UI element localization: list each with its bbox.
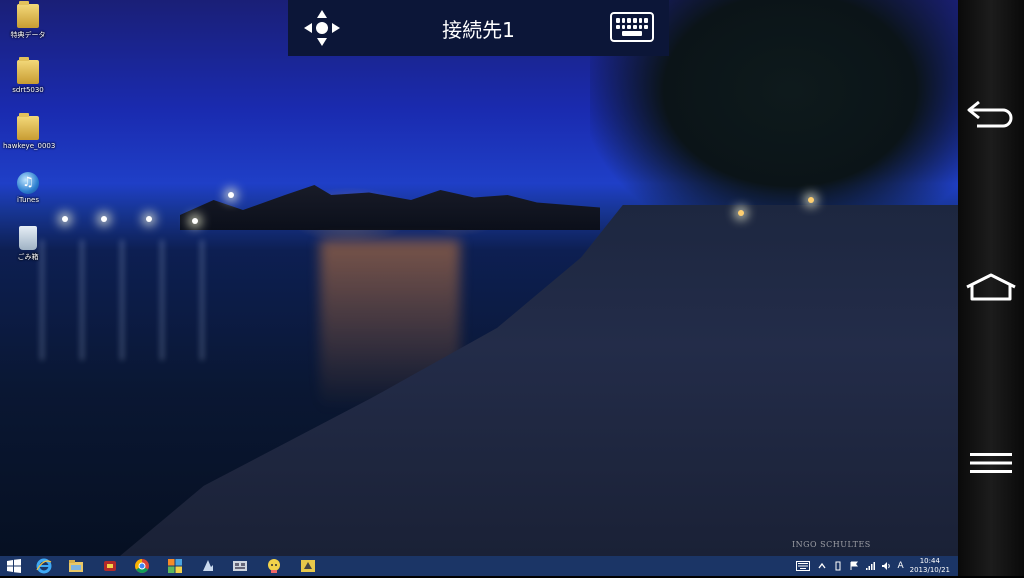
desktop-icon-recycle-bin[interactable]: ごみ箱 (3, 226, 53, 262)
wallpaper-reflection (40, 240, 240, 360)
network-signal-icon[interactable] (865, 561, 876, 571)
action-center-flag-icon[interactable] (849, 561, 859, 571)
keyboard-icon[interactable] (610, 12, 654, 42)
wallpaper-town (180, 185, 600, 230)
clock-date: 2013/10/21 (909, 566, 950, 574)
show-hidden-icons-icon[interactable] (817, 561, 827, 571)
app-icon[interactable] (200, 558, 216, 574)
desktop-icon-label: ごみ箱 (17, 253, 39, 261)
clock-time: 10:44 (919, 557, 940, 565)
windows-start-icon[interactable] (6, 558, 22, 574)
wallpaper-light (62, 216, 68, 222)
store-tiles-icon[interactable] (167, 558, 183, 574)
wallpaper-light (192, 218, 198, 224)
character-app-icon[interactable] (266, 558, 282, 574)
desktop-icon-label: hawkeye_0003 (3, 142, 56, 150)
wallpaper-light (808, 197, 814, 203)
windows-taskbar: A 10:44 2013/10/21 (0, 556, 958, 576)
ime-mode-indicator[interactable]: A (897, 561, 903, 571)
desktop-icon-sdrt5030[interactable]: sdrt5030 (3, 57, 53, 94)
wallpaper-shore-rocks (120, 205, 958, 556)
folder-icon (17, 1, 39, 28)
wallpaper-light (101, 216, 107, 222)
device-icon[interactable] (833, 561, 843, 571)
volume-icon[interactable] (881, 561, 891, 571)
app-icon[interactable] (102, 558, 118, 574)
internet-explorer-icon[interactable] (36, 558, 52, 574)
recycle-bin-icon (19, 226, 37, 250)
desktop-icon-label: sdrt5030 (12, 86, 44, 94)
chrome-icon[interactable] (134, 558, 150, 574)
folder-icon (17, 113, 39, 140)
taskbar-clock[interactable]: 10:44 2013/10/21 (910, 557, 950, 575)
wallpaper-light (146, 216, 152, 222)
itunes-icon: ♫ (17, 172, 39, 194)
back-arrow-icon (967, 100, 1013, 128)
system-tray: A 10:44 2013/10/21 (795, 556, 950, 576)
home-icon (966, 273, 1016, 301)
menu-button[interactable] (958, 438, 1024, 488)
home-button[interactable] (958, 262, 1024, 312)
android-navigation-bar (958, 0, 1024, 576)
wallpaper-light (228, 192, 234, 198)
app-icon[interactable] (232, 558, 248, 574)
photo-watermark: INGO SCHULTES (792, 540, 871, 549)
desktop-icon-label: 特典データ (10, 31, 46, 39)
wallpaper-light (738, 210, 744, 216)
back-button[interactable] (958, 88, 1024, 138)
desktop-icon-label: iTunes (17, 196, 39, 204)
desktop-wallpaper: INGO SCHULTES 特典データ sdrt5030 hawkeye_000… (0, 0, 958, 556)
desktop-icon-itunes[interactable]: ♫ iTunes (3, 172, 53, 204)
touch-keyboard-icon[interactable] (795, 561, 811, 571)
menu-icon (970, 453, 1012, 473)
folder-icon (17, 57, 39, 84)
desktop-icon-hawkeye[interactable]: hawkeye_0003 (3, 113, 56, 150)
file-explorer-icon[interactable] (68, 558, 84, 574)
desktop-icon-tokuten[interactable]: 特典データ (3, 1, 53, 40)
remote-toolbar: 接続先1 (288, 0, 669, 56)
app-icon[interactable] (300, 558, 316, 574)
